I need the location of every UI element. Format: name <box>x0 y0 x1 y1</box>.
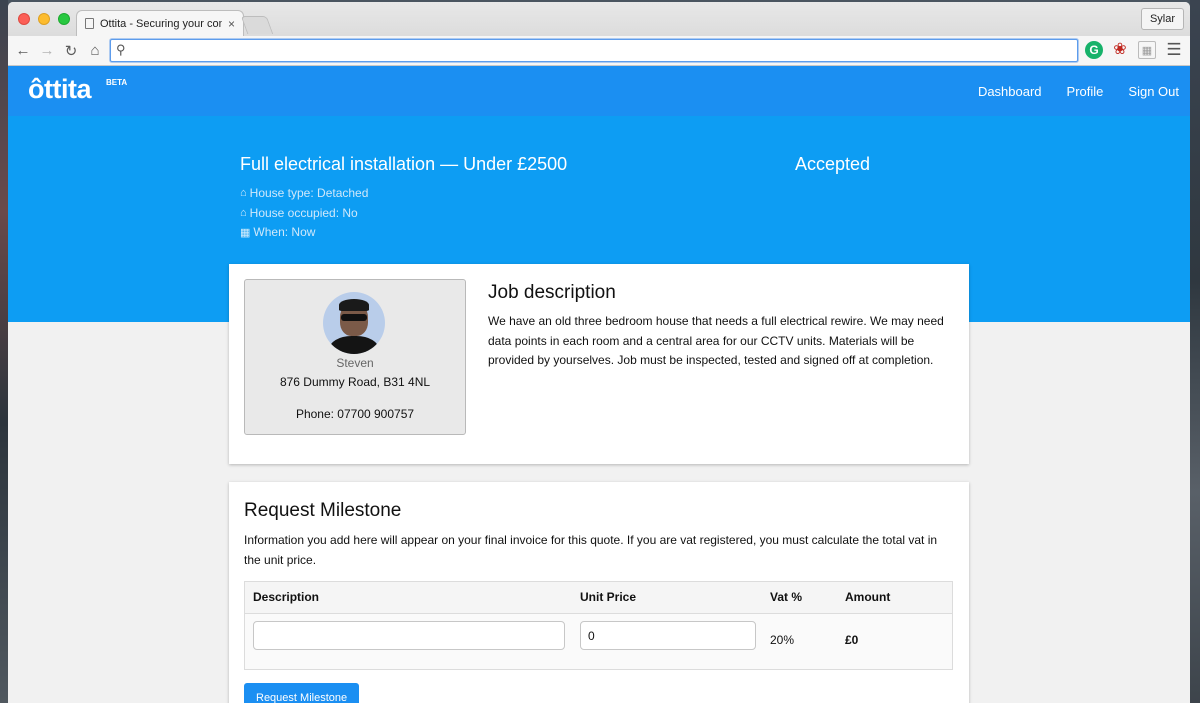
desktop-background-right <box>1190 0 1200 703</box>
navigation-buttons: ← → ↻ ⌂ <box>12 42 106 60</box>
job-description-text: We have an old three bedroom house that … <box>488 314 944 367</box>
customer-profile-box: Steven 876 Dummy Road, B31 4NL Phone: 07… <box>244 279 466 435</box>
column-header-amount: Amount <box>845 590 891 604</box>
browser-menu-icon[interactable]: ☰ <box>1165 41 1183 59</box>
maximize-window-button[interactable] <box>58 13 70 25</box>
amount-value: £0 <box>845 633 859 647</box>
customer-address: 876 Dummy Road, B31 4NL <box>279 375 431 389</box>
close-tab-icon[interactable]: × <box>228 17 235 31</box>
tab-strip: Ottita - Securing your cont × Sylar <box>8 2 1190 36</box>
job-description-heading: Job description <box>488 282 616 303</box>
column-header-vat: Vat % <box>770 590 803 604</box>
vat-value: 20% <box>770 633 795 647</box>
job-title: Full electrical installation — Under £25… <box>240 154 568 174</box>
nav-dashboard-link[interactable]: Dashboard <box>978 84 1042 99</box>
when-text: When: Now <box>253 225 316 239</box>
browser-window: Ottita - Securing your cont × Sylar ← → … <box>8 2 1190 703</box>
request-milestone-heading: Request Milestone <box>244 500 402 521</box>
milestone-table: Description Unit Price Vat % Amount 20% … <box>244 581 953 670</box>
house-type-info: ⌂ House type: Detached <box>240 186 368 200</box>
extension-grid-icon[interactable]: ▦ <box>1138 41 1156 59</box>
description-input[interactable] <box>253 621 565 650</box>
house-occupied-info: ⌂ House occupied: No <box>240 206 358 220</box>
logo-wordmark: ttita <box>44 74 92 104</box>
nav-sign-out-link[interactable]: Sign Out <box>1128 84 1179 99</box>
forward-arrow-icon[interactable]: → <box>36 42 58 60</box>
home-icon[interactable]: ⌂ <box>84 42 106 60</box>
reload-icon[interactable]: ↻ <box>60 42 82 60</box>
grammarly-extension-icon[interactable]: G <box>1085 41 1103 59</box>
web-page: ôttita BETA Dashboard Profile Sign Out F… <box>8 66 1190 703</box>
unit-price-input[interactable] <box>580 621 756 650</box>
home-icon: ⌂ <box>240 187 247 199</box>
customer-phone: Phone: 07700 900757 <box>295 407 415 421</box>
new-tab-button[interactable] <box>240 16 274 34</box>
request-milestone-button[interactable]: Request Milestone <box>244 683 360 703</box>
column-header-description: Description <box>253 590 320 604</box>
request-milestone-card: Request Milestone Information you add he… <box>229 482 969 703</box>
address-bar[interactable]: ⚲ <box>110 39 1078 62</box>
document-icon <box>85 18 94 29</box>
house-occupied-text: House occupied: No <box>249 206 358 220</box>
tab-title: Ottita - Securing your cont <box>100 17 222 30</box>
back-arrow-icon[interactable]: ← <box>12 42 34 60</box>
extension-bird-icon[interactable]: ❀ <box>1111 41 1129 59</box>
window-controls <box>18 13 70 25</box>
search-icon: ⚲ <box>116 42 126 57</box>
minimize-window-button[interactable] <box>38 13 50 25</box>
customer-name: Steven <box>336 356 374 370</box>
site-navbar: ôttita BETA Dashboard Profile Sign Out <box>8 66 1190 116</box>
browser-tab[interactable]: Ottita - Securing your cont × <box>76 10 244 36</box>
avatar-hair <box>339 299 369 311</box>
job-details-card: Steven 876 Dummy Road, B31 4NL Phone: 07… <box>229 264 969 464</box>
logo-o-letter: ô <box>28 74 45 104</box>
beta-badge: BETA <box>106 78 128 87</box>
column-header-unit-price: Unit Price <box>580 590 637 604</box>
when-info: ▦ When: Now <box>240 225 315 239</box>
calendar-icon: ▦ <box>240 226 251 239</box>
home-icon: ⌂ <box>240 207 247 219</box>
browser-profile-button[interactable]: Sylar <box>1140 8 1184 30</box>
house-type-text: House type: Detached <box>249 186 369 200</box>
browser-toolbar: ← → ↻ ⌂ ⚲ G ❀ ▦ ☰ <box>8 36 1190 66</box>
site-nav-links: Dashboard Profile Sign Out <box>953 66 1179 116</box>
avatar <box>323 292 385 354</box>
desktop-background-left <box>0 0 8 703</box>
avatar-body <box>329 336 379 354</box>
request-milestone-info: Information you add here will appear on … <box>244 533 938 567</box>
nav-profile-link[interactable]: Profile <box>1067 84 1104 99</box>
avatar-glasses <box>341 314 367 321</box>
close-window-button[interactable] <box>18 13 30 25</box>
job-status: Accepted <box>795 154 871 174</box>
ottita-logo[interactable]: ôttita <box>28 74 92 105</box>
